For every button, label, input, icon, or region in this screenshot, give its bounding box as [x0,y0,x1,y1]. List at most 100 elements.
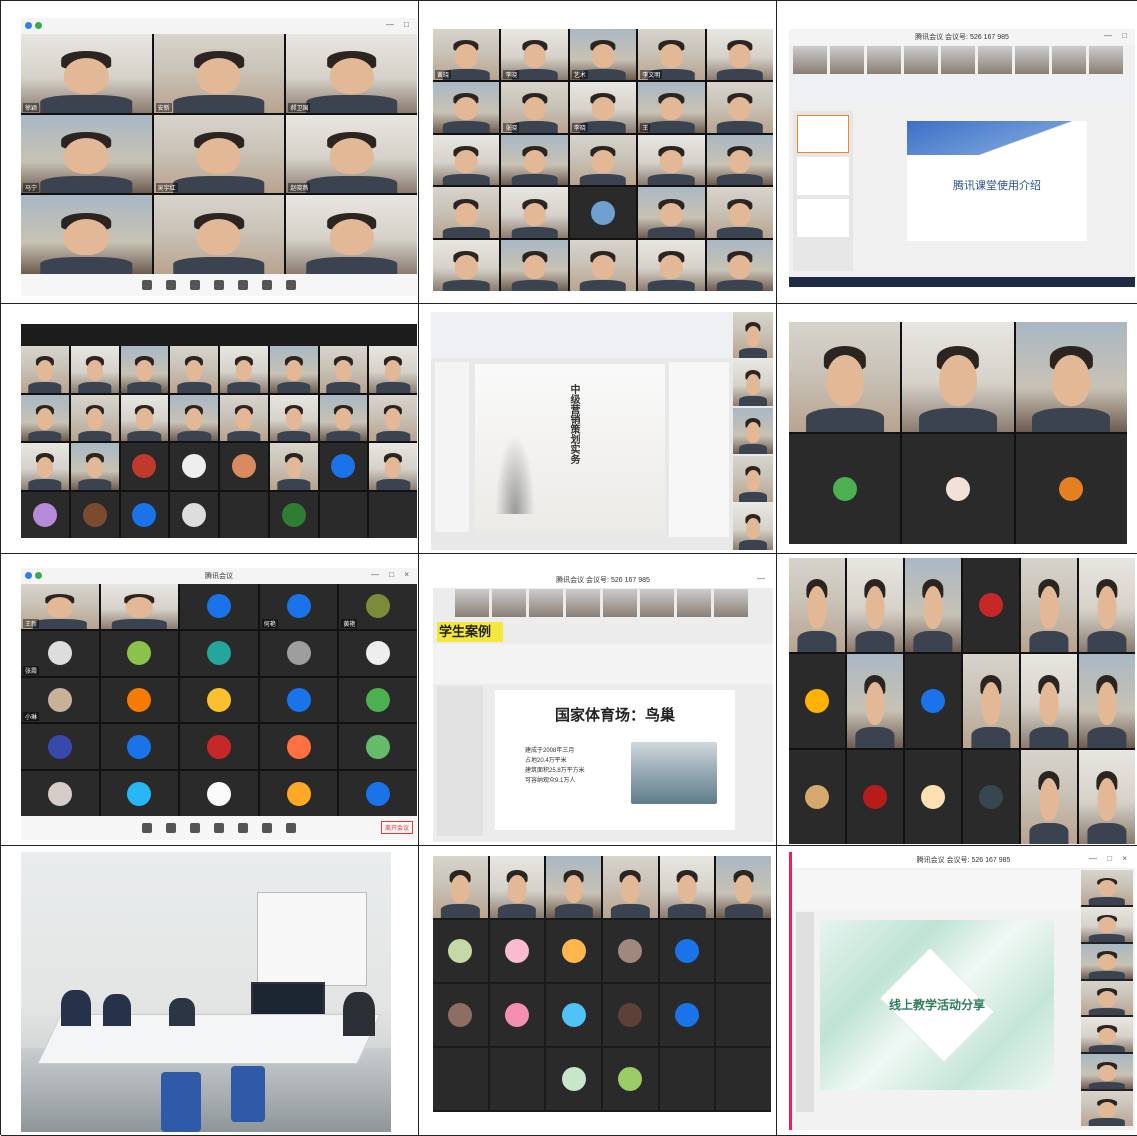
video-thumb[interactable] [640,589,674,617]
video-tile[interactable] [501,187,568,239]
video-tile[interactable] [1015,322,1127,432]
video-tile[interactable] [905,558,961,652]
video-tile[interactable] [259,771,338,816]
video-tile[interactable] [546,856,601,918]
video-tile[interactable] [659,856,715,918]
video-tile[interactable] [433,856,488,918]
video-tile[interactable] [21,771,99,816]
window-controls[interactable]: — □ [386,20,413,29]
video-tile[interactable] [546,984,601,1046]
video-tile[interactable] [433,240,500,291]
chat-icon[interactable] [238,823,248,833]
video-tile[interactable]: 郝卫国 [286,34,417,113]
video-tile[interactable] [789,654,845,748]
video-tile[interactable]: 黄晓 [433,29,500,80]
video-tile[interactable] [603,920,658,982]
video-thumb[interactable] [1081,1017,1133,1053]
video-thumb[interactable] [978,46,1012,74]
video-thumb[interactable] [1081,906,1133,942]
video-thumb[interactable] [733,456,773,502]
video-tile[interactable] [259,677,338,723]
video-tile[interactable]: 王新 [21,584,99,629]
video-tile[interactable] [716,984,771,1046]
video-tile[interactable] [21,491,69,538]
slide-thumb[interactable] [797,115,849,153]
video-tile[interactable] [569,240,637,291]
video-tile[interactable] [220,346,268,393]
slide-thumb[interactable] [797,157,849,195]
video-tile[interactable] [902,322,1014,432]
video-thumb[interactable] [733,312,773,358]
video-tile[interactable] [21,346,69,393]
video-tile[interactable] [269,443,318,490]
window-controls[interactable]: — □ × [371,570,413,579]
video-tile[interactable] [706,187,773,239]
video-tile[interactable] [963,654,1019,748]
video-tile[interactable] [1021,654,1077,748]
video-tile[interactable] [489,1048,545,1110]
video-thumb[interactable] [1081,1054,1133,1090]
video-tile[interactable] [180,630,258,676]
video-tile[interactable] [220,491,268,538]
video-thumb[interactable] [941,46,975,74]
video-thumb[interactable] [566,589,600,617]
video-thumb[interactable] [1081,1091,1133,1127]
video-tile[interactable]: 何艳 [259,584,338,629]
video-tile[interactable] [501,134,568,186]
settings-icon[interactable] [286,280,296,290]
video-tile[interactable] [220,394,268,441]
video-tile[interactable] [70,443,119,490]
video-tile[interactable] [706,81,773,133]
video-tile[interactable] [339,677,417,723]
video-tile[interactable] [21,443,69,490]
video-thumb[interactable] [1089,46,1123,74]
video-tile[interactable] [433,1048,488,1110]
video-tile[interactable] [1079,750,1135,844]
video-tile[interactable] [1021,750,1077,844]
video-tile[interactable]: 李晓 [569,81,637,133]
slide-thumb[interactable] [797,199,849,237]
video-tile[interactable] [220,443,268,490]
video-tile[interactable] [847,558,903,652]
video-tile[interactable] [638,240,705,291]
video-tile[interactable] [286,195,417,274]
video-tile[interactable] [319,443,368,490]
video-tile[interactable]: 艺术 [569,29,637,80]
video-tile[interactable] [100,771,179,816]
video-tile[interactable]: 黄艳 [339,584,417,629]
members-icon[interactable] [214,823,224,833]
video-tile[interactable] [170,443,218,490]
video-tile[interactable] [70,346,119,393]
video-tile[interactable] [170,491,218,538]
video-tile[interactable] [433,920,488,982]
video-tile[interactable] [638,134,705,186]
video-thumb[interactable] [904,46,938,74]
video-tile[interactable] [603,1048,658,1110]
video-thumb[interactable] [455,589,489,617]
video-tile[interactable] [902,434,1014,544]
video-tile[interactable] [963,558,1019,652]
video-tile[interactable]: 张晓 [501,81,568,133]
video-tile[interactable] [180,771,258,816]
video-tile[interactable] [100,677,179,723]
video-thumb[interactable] [677,589,711,617]
camera-icon[interactable] [166,823,176,833]
video-tile[interactable] [21,394,69,441]
video-tile[interactable]: 小琳 [21,677,99,723]
video-tile[interactable] [1021,558,1077,652]
video-tile[interactable]: 王 [638,81,705,133]
video-tile[interactable] [716,856,771,918]
video-tile[interactable]: 李文明 [638,29,705,80]
video-tile[interactable] [789,558,845,652]
video-tile[interactable] [963,750,1019,844]
video-tile[interactable] [339,724,417,770]
video-tile[interactable] [120,394,169,441]
video-tile[interactable] [905,654,961,748]
video-tile[interactable] [546,920,601,982]
video-tile[interactable] [339,630,417,676]
video-tile[interactable] [70,491,119,538]
video-tile[interactable] [905,750,961,844]
video-tile[interactable] [603,856,658,918]
mic-icon[interactable] [142,280,152,290]
video-tile[interactable] [1079,558,1135,652]
